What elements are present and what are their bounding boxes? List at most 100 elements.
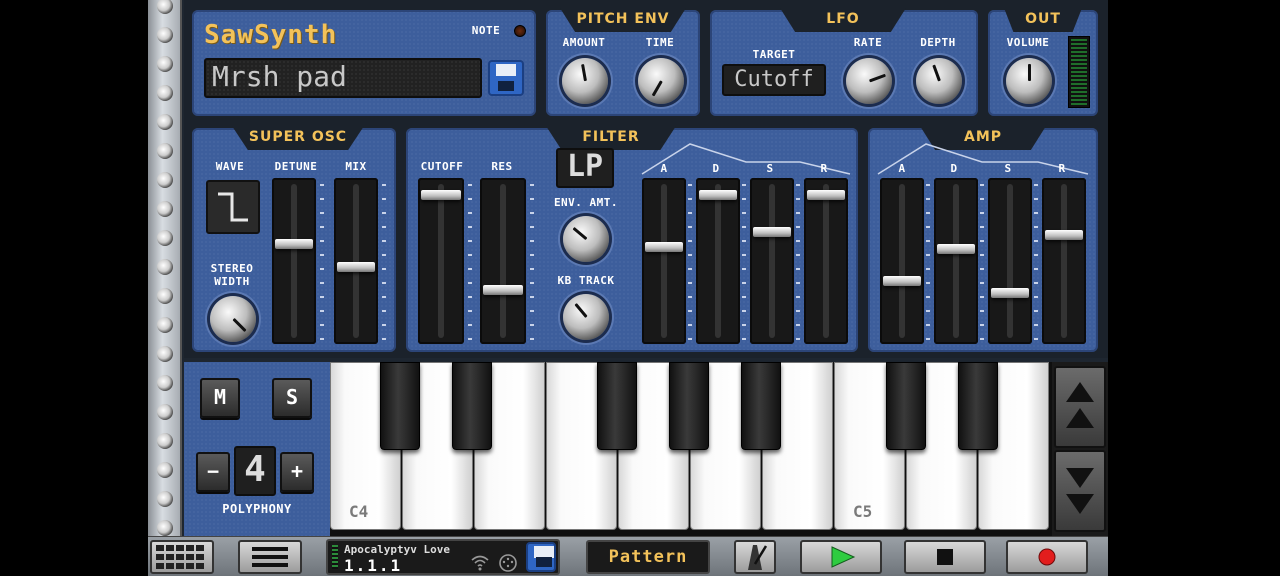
filter-release-fader[interactable] [807, 189, 845, 200]
filter-attack-slider[interactable] [642, 178, 686, 344]
menu-button[interactable] [238, 540, 302, 574]
amp-attack-slider[interactable] [880, 178, 924, 344]
filter-d-label: D [712, 162, 720, 175]
play-button[interactable] [800, 540, 882, 574]
polyphony-label: POLYPHONY [222, 502, 292, 516]
amp-release-slider[interactable] [1042, 178, 1086, 344]
cutoff-fader[interactable] [421, 189, 461, 200]
piano-key-black[interactable] [669, 362, 709, 450]
filter-decay-slider[interactable] [696, 178, 740, 344]
menu-icon [252, 547, 288, 567]
polyphony-display: 4 [234, 446, 276, 496]
rail-hole [157, 520, 173, 536]
env-amount-knob[interactable] [563, 216, 609, 262]
piano-key-black[interactable] [597, 362, 637, 450]
slider-ticks [382, 184, 386, 340]
amp-sustain-slider[interactable] [988, 178, 1032, 344]
filter-sustain-slider[interactable] [750, 178, 794, 344]
grid-icon [156, 545, 204, 569]
wave-select-button[interactable] [206, 180, 260, 234]
filter-decay-fader[interactable] [699, 189, 737, 200]
rail-hole [157, 491, 173, 507]
save-preset-icon[interactable] [488, 60, 524, 96]
slider-ticks [468, 184, 472, 340]
rail-hole [157, 56, 173, 72]
rail-hole [157, 317, 173, 333]
stop-icon [937, 549, 953, 565]
piano-key-black[interactable] [958, 362, 998, 450]
amp-r-label: R [1058, 162, 1066, 175]
slider-ticks [980, 184, 984, 340]
piano-key-black[interactable] [380, 362, 420, 450]
piano-key-black[interactable] [452, 362, 492, 450]
piano-key-black[interactable] [886, 362, 926, 450]
preset-panel: SawSynth NOTE Mrsh pad [192, 10, 536, 116]
record-button[interactable] [1006, 540, 1088, 574]
song-display[interactable]: Apocalyptyv Love 1.1.1 [326, 539, 560, 575]
slider-ticks [1034, 184, 1038, 340]
amp-s-label: S [1004, 162, 1012, 175]
res-slider[interactable] [480, 178, 526, 344]
amp-attack-fader[interactable] [883, 276, 921, 287]
preset-name-display[interactable]: Mrsh pad [204, 58, 482, 98]
lfo-rate-knob[interactable] [846, 58, 892, 104]
volume-knob[interactable] [1006, 58, 1052, 104]
save-song-icon[interactable] [526, 542, 556, 572]
amp-sustain-fader[interactable] [991, 287, 1029, 298]
lfo-target-display[interactable]: Cutoff [722, 64, 826, 96]
stereo-label: STEREO [210, 262, 254, 275]
solo-button[interactable]: S [272, 378, 312, 418]
kb-track-knob[interactable] [563, 294, 609, 340]
lfo-depth-knob[interactable] [916, 58, 962, 104]
filter-release-slider[interactable] [804, 178, 848, 344]
cutoff-slider[interactable] [418, 178, 464, 344]
metronome-button[interactable] [734, 540, 776, 574]
filter-mode-button[interactable]: LP [556, 148, 614, 188]
slider-ticks [530, 184, 534, 340]
pitch-time-knob[interactable] [638, 58, 684, 104]
note-indicator-led [514, 25, 526, 37]
double-chevron-up-icon [1066, 382, 1094, 428]
octave-controls [1052, 362, 1108, 536]
brand-logo: SawSynth [204, 20, 338, 50]
pattern-button[interactable]: Pattern [586, 540, 710, 574]
detune-label: DETUNE [274, 160, 318, 173]
detune-slider[interactable] [272, 178, 316, 344]
amp-decay-fader[interactable] [937, 244, 975, 255]
transport-toolbar: Apocalyptyv Love 1.1.1 Pattern [148, 536, 1108, 576]
polyphony-increase-button[interactable]: + [280, 452, 314, 492]
double-chevron-down-icon [1066, 468, 1094, 514]
octave-up-button[interactable] [1054, 366, 1106, 448]
detune-fader[interactable] [275, 238, 313, 249]
amp-decay-slider[interactable] [934, 178, 978, 344]
octave-down-button[interactable] [1054, 450, 1106, 532]
res-fader[interactable] [483, 284, 523, 295]
lfo-panel: LFO TARGET Cutoff RATE DEPTH [710, 8, 978, 116]
stereo-width-knob[interactable] [210, 296, 256, 342]
rail-hole [157, 0, 173, 14]
mute-button[interactable]: M [200, 378, 240, 418]
amp-release-fader[interactable] [1045, 230, 1083, 241]
piano-key-black[interactable] [741, 362, 781, 450]
rail-hole [157, 375, 173, 391]
level-meter [1068, 36, 1090, 108]
mix-slider[interactable] [334, 178, 378, 344]
rail-hole [157, 114, 173, 130]
out-panel: OUT VOLUME [988, 8, 1098, 116]
out-title: OUT [1004, 8, 1082, 32]
pattern-grid-button[interactable] [150, 540, 214, 574]
amp-panel: AMP A D S R [868, 126, 1098, 352]
note-label: NOTE [471, 24, 501, 37]
filter-attack-fader[interactable] [645, 241, 683, 252]
rail-hole [157, 85, 173, 101]
stop-button[interactable] [904, 540, 986, 574]
filter-r-label: R [820, 162, 828, 175]
pitch-amount-knob[interactable] [562, 58, 608, 104]
super-osc-title: SUPER OSC [232, 126, 364, 150]
mix-fader[interactable] [337, 261, 375, 272]
polyphony-decrease-button[interactable]: − [196, 452, 230, 492]
slider-ticks [742, 184, 746, 340]
rail-hole [157, 346, 173, 362]
filter-sustain-fader[interactable] [753, 227, 791, 238]
mix-label: MIX [345, 160, 367, 173]
